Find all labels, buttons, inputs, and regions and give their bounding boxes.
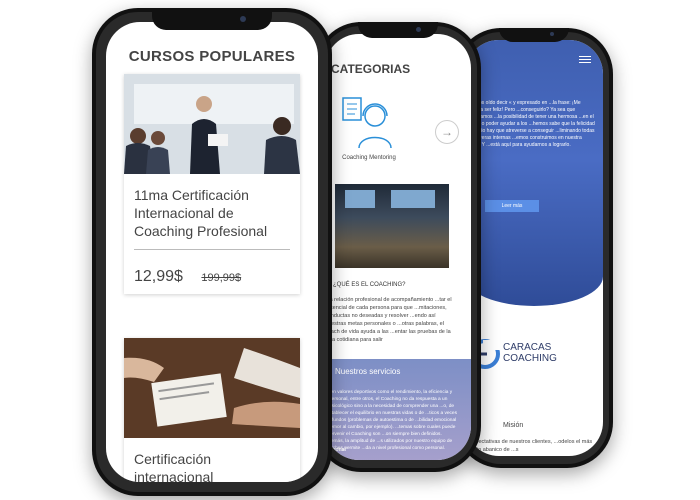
next-arrow-button[interactable]: →: [435, 120, 459, 144]
course-old-price: 199,99$: [201, 272, 242, 284]
services-title: Nuestros servicios: [335, 367, 401, 376]
logo-line1: CARACAS: [503, 342, 552, 353]
signing-document-illustration: [124, 338, 300, 438]
phone-mockup-categories: CATEGORIAS Coaching Mentoring → ¿QUÉ ES …: [315, 22, 481, 472]
phone-notch: [499, 28, 569, 42]
phone-screen-home: ...hemos oído decir « y expresado en ...…: [465, 40, 603, 456]
course-title[interactable]: 11ma Certificación Internacional de Coac…: [124, 174, 300, 240]
course-card[interactable]: 11ma Certificación Internacional de Coac…: [124, 74, 300, 294]
category-label: Coaching Mentoring: [342, 155, 396, 161]
courses-title: CURSOS POPULARES: [128, 48, 296, 65]
presenter-illustration: [124, 74, 300, 174]
logo-line2: COACHING: [503, 353, 557, 364]
hero-section: ...hemos oído decir « y expresado en ...…: [465, 40, 603, 306]
question-body: ...a relación profesional de acompañamie…: [325, 297, 452, 343]
phone-mockup-courses: CURSOS POPULARES 11ma Certificación Inte…: [92, 8, 332, 496]
mision-title: Misión: [503, 422, 524, 429]
services-body: ...ren valores deportivos como el rendim…: [325, 390, 457, 451]
hamburger-menu-icon[interactable]: [579, 54, 591, 65]
camera-icon: [550, 32, 554, 36]
course-title[interactable]: Certificación internacional COACHING: [124, 438, 300, 482]
course-card[interactable]: Certificación internacional COACHING: [124, 338, 300, 482]
services-section: Nuestros servicios ...ren valores deport…: [325, 359, 471, 460]
phone-notch: [152, 8, 272, 30]
camera-icon: [416, 27, 421, 32]
leer-mas-button[interactable]: Leer más: [485, 200, 539, 212]
caracas-coaching-logo: CARACAS COACHING: [465, 336, 585, 372]
coach-headset-icon[interactable]: [341, 94, 397, 150]
course-price: 12,99$: [134, 268, 183, 285]
camera-icon: [240, 16, 246, 22]
arrow-right-icon: →: [441, 125, 453, 139]
mision-body: ...espectativas de nuestros clientes, ..…: [465, 439, 593, 453]
course-image: [124, 74, 300, 174]
phone-notch: [358, 22, 438, 38]
phone-screen-categories: CATEGORIAS Coaching Mentoring → ¿QUÉ ES …: [325, 34, 471, 460]
phone-screen-courses: CURSOS POPULARES 11ma Certificación Inte…: [106, 22, 318, 482]
course-image: [124, 338, 300, 438]
conference-image: [335, 184, 449, 268]
price-row: 12,99$ 199,99$: [134, 249, 290, 286]
categories-heading: CATEGORIAS: [331, 62, 411, 76]
hero-text: ...hemos oído decir « y expresado en ...…: [465, 100, 595, 148]
question-title: ¿QUÉ ES EL COACHING?: [333, 282, 406, 288]
